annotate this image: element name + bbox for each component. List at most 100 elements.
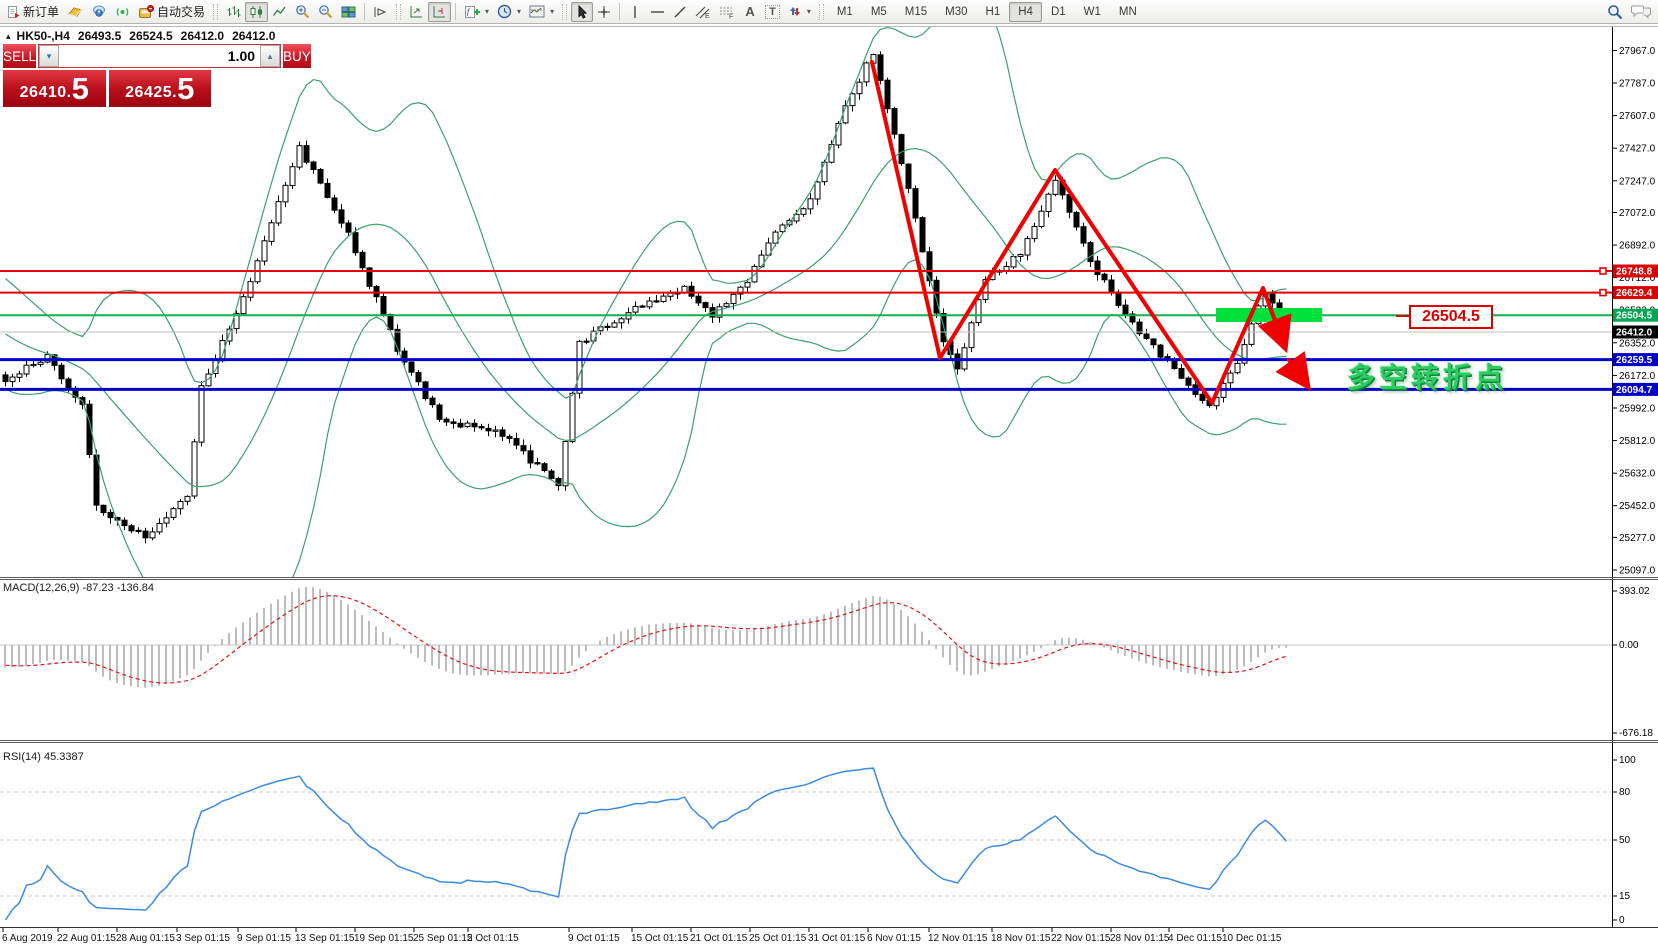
bar-high-value: 26524.5: [129, 29, 172, 43]
horizontal-line-icon: [650, 5, 665, 19]
price-callout-box[interactable]: 26504.5: [1409, 305, 1493, 329]
bar-chart-button[interactable]: [222, 2, 245, 22]
toolbar-grip: [819, 4, 824, 20]
time-axis-label: 22 Aug 01:15: [57, 933, 116, 944]
price-tick-label: 25992.0: [1619, 404, 1656, 415]
timeframe-MN[interactable]: MN: [1110, 2, 1146, 22]
signals-icon: [115, 5, 130, 19]
price-tick-label: 27607.0: [1619, 111, 1656, 122]
time-axis-label: 19 Sep 01:15: [354, 933, 414, 944]
rsi-axis-label: 0: [1619, 915, 1625, 926]
rsi-axis-label: 50: [1619, 835, 1631, 846]
periods-menu-button[interactable]: [493, 2, 525, 22]
volume-increase-button[interactable]: ▴: [260, 45, 280, 67]
price-tick-label: 27247.0: [1619, 176, 1656, 187]
rsi-axis-label: 15: [1619, 891, 1631, 902]
arrows-icon: [788, 5, 802, 18]
symbol-marker-icon: ▴: [6, 31, 11, 42]
tile-windows-icon: [341, 5, 356, 19]
time-axis-label: 22 Nov 01:15: [1051, 933, 1111, 944]
indicators-menu-button[interactable]: f: [460, 2, 493, 22]
new-order-button[interactable]: 新订单: [3, 2, 63, 22]
timeframe-M1[interactable]: M1: [828, 2, 862, 22]
toolbar-grip: [396, 4, 401, 20]
price-tick-label: 27787.0: [1619, 79, 1656, 90]
zoom-in-icon: [295, 4, 310, 19]
svg-text:E: E: [705, 13, 710, 19]
time-axis-label: 18 Nov 01:15: [991, 933, 1051, 944]
zoom-out-icon: [318, 4, 333, 19]
bar-open-value: 26493.5: [78, 29, 121, 43]
community-button[interactable]: [87, 2, 111, 22]
text-tool-button[interactable]: A: [739, 2, 761, 22]
search-button[interactable]: [1603, 2, 1627, 22]
green-highlight-band[interactable]: [1216, 308, 1322, 322]
sell-price-pips: 5: [72, 74, 89, 104]
time-axis-label: 31 Oct 01:15: [808, 933, 866, 944]
time-axis-label: 4 Dec 01:15: [1168, 933, 1222, 944]
volume-input[interactable]: [59, 45, 260, 67]
timeframe-W1[interactable]: W1: [1075, 2, 1110, 22]
buy-price-display[interactable]: 26425.5: [109, 70, 212, 107]
price-tag-text: 26094.7: [1616, 385, 1653, 396]
zoom-in-button[interactable]: [291, 2, 314, 22]
chat-button[interactable]: [1627, 2, 1655, 22]
time-axis-label: 3 Sep 01:15: [176, 933, 230, 944]
autotrading-icon: [138, 5, 154, 19]
price-tick-label: 25632.0: [1619, 469, 1656, 480]
equidistant-channel-tool-button[interactable]: E: [691, 2, 715, 22]
autotrading-button[interactable]: 自动交易: [134, 2, 209, 22]
signals-button[interactable]: [111, 2, 134, 22]
line-chart-button[interactable]: [268, 2, 291, 22]
price-tag-text: 26629.4: [1616, 288, 1653, 299]
timeframe-M30[interactable]: M30: [936, 2, 976, 22]
time-axis-label: 25 Sep 01:15: [413, 933, 473, 944]
chart-canvas[interactable]: 27967.027787.027607.027427.027247.027072…: [0, 0, 1658, 947]
autoscroll-button[interactable]: [405, 2, 428, 22]
main-toolbar: 新订单 自动交易 f: [0, 0, 1658, 24]
timeframe-H1[interactable]: H1: [977, 2, 1010, 22]
line-chart-icon: [272, 5, 287, 19]
volume-decrease-button[interactable]: ▾: [39, 45, 59, 67]
turning-point-annotation[interactable]: 多空转折点: [1347, 356, 1507, 396]
arrows-tool-button[interactable]: [784, 2, 815, 22]
vertical-line-tool-button[interactable]: [624, 2, 646, 22]
price-tick-label: 27072.0: [1619, 208, 1656, 219]
zoom-out-button[interactable]: [314, 2, 337, 22]
metaeditor-button[interactable]: [63, 2, 87, 22]
timeframe-M15[interactable]: M15: [896, 2, 936, 22]
fibonacci-tool-button[interactable]: F: [715, 2, 739, 22]
time-axis-label: 6 Nov 01:15: [867, 933, 921, 944]
text-label-tool-button[interactable]: T: [761, 2, 784, 22]
time-axis-label: 2 Oct 01:15: [467, 933, 519, 944]
chart-shift-button[interactable]: [428, 2, 451, 22]
buy-button[interactable]: BUY: [283, 44, 311, 68]
cursor-tool-button[interactable]: [571, 2, 593, 22]
crosshair-tool-button[interactable]: [593, 2, 615, 22]
channel-icon: E: [695, 5, 711, 19]
symbol-name: HK50-,H4: [17, 29, 70, 43]
timeframe-H4[interactable]: H4: [1009, 2, 1042, 22]
indicators-icon: f: [464, 5, 480, 19]
cascade-windows-button[interactable]: [369, 2, 392, 22]
time-axis-label: 9 Sep 01:15: [237, 933, 291, 944]
sell-button[interactable]: SELL: [3, 44, 36, 68]
time-axis-label: 28 Aug 01:15: [116, 933, 175, 944]
time-axis-label: 12 Nov 01:15: [928, 933, 988, 944]
fibonacci-icon: F: [719, 5, 735, 19]
autotrading-label: 自动交易: [157, 3, 205, 20]
toolbar-grip: [562, 4, 567, 20]
price-tick-label: 26352.0: [1619, 338, 1656, 349]
horizontal-line-tool-button[interactable]: [646, 2, 669, 22]
timeframe-D1[interactable]: D1: [1042, 2, 1075, 22]
chart-background: [0, 0, 1658, 947]
autoscroll-icon: [409, 5, 424, 19]
price-tick-label: 25277.0: [1619, 533, 1656, 544]
tile-windows-button[interactable]: [337, 2, 360, 22]
candlestick-chart-button[interactable]: [245, 2, 268, 22]
time-axis-label: 25 Oct 01:15: [749, 933, 807, 944]
timeframe-M5[interactable]: M5: [862, 2, 896, 22]
templates-menu-button[interactable]: [525, 2, 558, 22]
trendline-tool-button[interactable]: [669, 2, 691, 22]
sell-price-display[interactable]: 26410.5: [3, 70, 106, 107]
